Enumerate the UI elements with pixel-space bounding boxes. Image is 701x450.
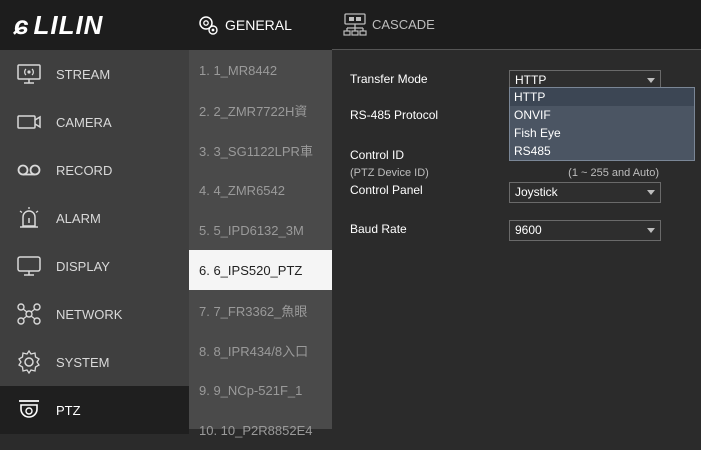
control-panel-label: Control Panel	[350, 183, 423, 197]
general-header[interactable]: GENERAL	[189, 0, 332, 50]
camera-item-10[interactable]: 10. 10_P2R8852E4	[189, 410, 332, 450]
cascade-tab[interactable]: CASCADE	[332, 0, 701, 50]
general-header-label: GENERAL	[225, 17, 292, 33]
camera-item-6[interactable]: 6. 6_IPS520_PTZ	[189, 250, 332, 290]
display-icon	[12, 252, 46, 280]
camera-list-panel: GENERAL 1. 1_MR8442 2. 2_ZMR7722H資 3. 3_…	[189, 0, 332, 438]
system-icon	[12, 348, 46, 376]
camera-item-3[interactable]: 3. 3_SG1122LPR車	[189, 130, 332, 170]
control-id-range: (1 ~ 255 and Auto)	[568, 167, 659, 179]
sidebar-item-record[interactable]: RECORD	[0, 146, 189, 194]
cascade-icon	[342, 12, 368, 38]
sidebar-item-label: PTZ	[56, 402, 81, 418]
control-panel-select[interactable]: Joystick	[509, 182, 661, 203]
brand-logo-text: LILIN	[33, 9, 104, 40]
rs485-protocol-label: RS-485 Protocol	[350, 108, 439, 122]
chevron-down-icon	[647, 78, 655, 83]
network-icon	[12, 300, 46, 328]
camera-item-8[interactable]: 8. 8_IPR434/8入口	[189, 330, 332, 370]
ptz-icon	[12, 396, 46, 424]
chevron-down-icon	[647, 228, 655, 233]
cascade-tab-label: CASCADE	[372, 17, 435, 32]
sidebar-item-label: DISPLAY	[56, 258, 110, 274]
dropdown-option-rs485[interactable]: RS485	[510, 142, 694, 160]
dropdown-option-fish-eye[interactable]: Fish Eye	[510, 124, 694, 142]
sidebar-item-system[interactable]: SYSTEM	[0, 338, 189, 386]
baud-rate-select[interactable]: 9600	[509, 220, 661, 241]
baud-rate-value: 9600	[515, 223, 542, 237]
ptz-device-id-label: (PTZ Device ID)	[350, 167, 429, 179]
camera-item-4[interactable]: 4. 4_ZMR6542	[189, 170, 332, 210]
sidebar-item-alarm[interactable]: ALARM	[0, 194, 189, 242]
sidebar-item-network[interactable]: NETWORK	[0, 290, 189, 338]
dropdown-option-http[interactable]: HTTP	[510, 88, 694, 106]
transfer-mode-value: HTTP	[515, 73, 547, 87]
camera-item-9[interactable]: 9. 9_NCp-521F_1	[189, 370, 332, 410]
camera-item-7[interactable]: 7. 7_FR3362_魚眼	[189, 290, 332, 330]
control-panel-value: Joystick	[515, 185, 558, 199]
transfer-mode-dropdown: HTTP ONVIF Fish Eye RS485	[509, 87, 695, 161]
transfer-mode-label: Transfer Mode	[350, 72, 428, 86]
chevron-down-icon	[647, 190, 655, 195]
sidebar-item-label: SYSTEM	[56, 354, 110, 370]
record-icon	[12, 156, 46, 184]
sidebar-item-camera[interactable]: CAMERA	[0, 98, 189, 146]
settings-panel: CASCADE Transfer Mode HTTP HTTP ONVIF Fi…	[332, 0, 701, 429]
camera-item-5[interactable]: 5. 5_IPD6132_3M	[189, 210, 332, 250]
sidebar-item-label: ALARM	[56, 210, 101, 226]
sidebar-item-label: STREAM	[56, 66, 111, 82]
camera-item-2[interactable]: 2. 2_ZMR7722H資	[189, 90, 332, 130]
camera-icon	[12, 108, 46, 136]
stream-icon	[12, 60, 46, 88]
dropdown-option-onvif[interactable]: ONVIF	[510, 106, 694, 124]
sidebar-item-stream[interactable]: STREAM	[0, 50, 189, 98]
sidebar-item-label: RECORD	[56, 162, 113, 178]
baud-rate-label: Baud Rate	[350, 222, 407, 236]
general-icon	[197, 14, 219, 36]
control-id-label: Control ID	[350, 148, 405, 162]
sidebar-item-label: CAMERA	[56, 114, 112, 130]
camera-item-1[interactable]: 1. 1_MR8442	[189, 50, 332, 90]
sidebar-item-ptz[interactable]: PTZ	[0, 386, 189, 434]
brand-logo: ɕ LILIN	[0, 0, 189, 50]
sidebar-item-label: NETWORK	[56, 306, 123, 322]
alarm-icon	[12, 204, 46, 232]
main-sidebar: ɕ LILIN STREAM CAMERA RECORD ALARM DISPLA…	[0, 0, 189, 434]
sidebar-item-display[interactable]: DISPLAY	[0, 242, 189, 290]
